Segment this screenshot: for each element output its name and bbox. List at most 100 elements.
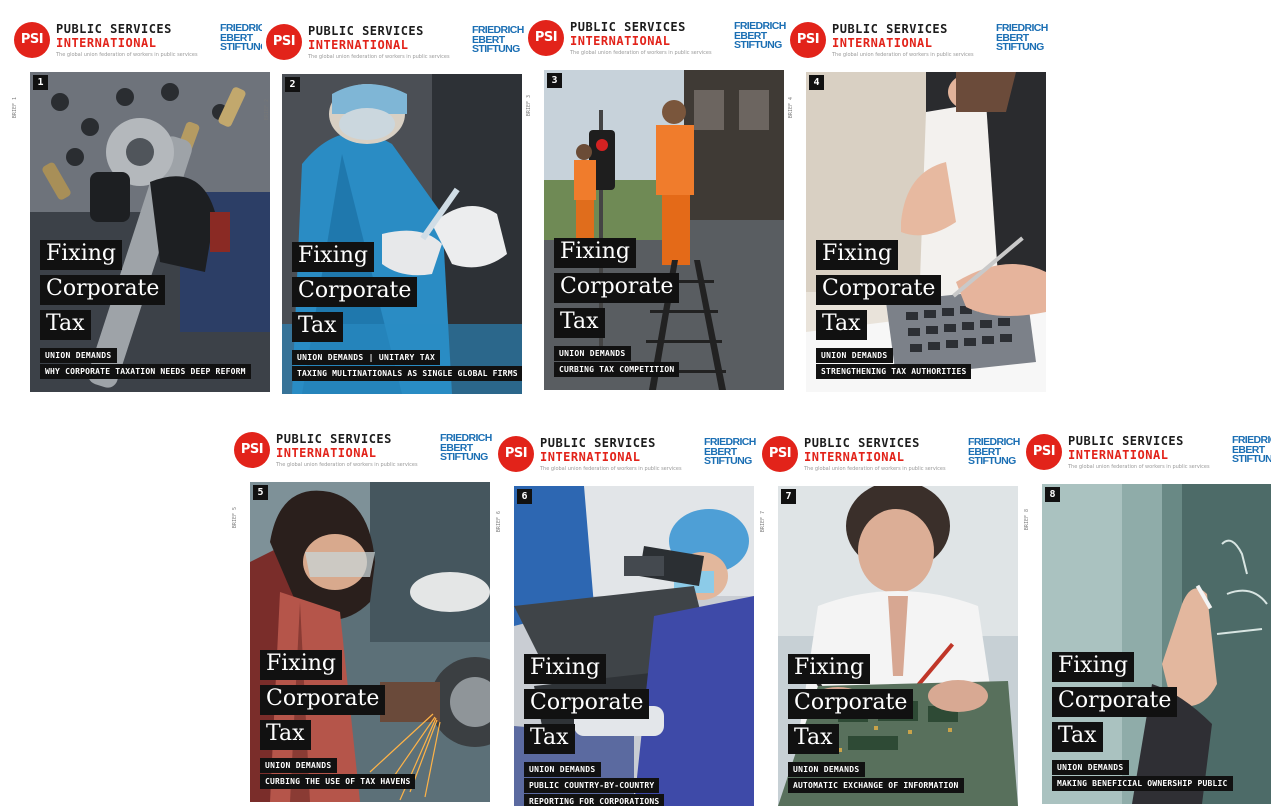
brief-subtitle: AUTOMATIC EXCHANGE OF INFORMATION <box>788 778 964 793</box>
title-line3: Tax <box>292 312 343 342</box>
cover-photo: 2 Fixing Corporate Tax UNION DEMANDS | U… <box>282 74 522 394</box>
brief-side-label: BRIEF 3 <box>526 95 532 117</box>
brief-subtitle: WHY CORPORATE TAXATION NEEDS DEEP REFORM <box>40 364 251 379</box>
publisher-name: PUBLIC SERVICES <box>832 22 948 36</box>
brief-subtitle: MAKING BENEFICIAL OWNERSHIP PUBLIC <box>1052 776 1233 791</box>
report-cover-3[interactable]: PSI PUBLIC SERVICES INTERNATIONAL The gl… <box>524 0 786 390</box>
cover-header: PSI PUBLIC SERVICES INTERNATIONAL The gl… <box>230 412 492 478</box>
brief-side-label: BRIEF 1 <box>12 97 18 119</box>
fes-logo: FRIEDRICH EBERT STIFTUNG <box>704 437 756 467</box>
brief-side-label: BRIEF 2 <box>264 99 270 121</box>
cover-photo: 8 Fixing Corporate Tax UNION DEMANDS MAK… <box>1042 484 1271 804</box>
fes-logo-line3: STIFTUNG <box>1232 453 1271 465</box>
publisher-tagline: The global union federation of workers i… <box>570 50 712 56</box>
publisher-name: PUBLIC SERVICES <box>1068 434 1184 448</box>
psi-logo: PSI <box>234 432 270 468</box>
cover-title: Fixing Corporate Tax <box>1052 652 1178 757</box>
publisher-tagline: The global union federation of workers i… <box>832 52 974 58</box>
brief-side-label: BRIEF 7 <box>760 511 766 533</box>
cover-header: PSI PUBLIC SERVICES INTERNATIONAL The gl… <box>10 2 272 68</box>
union-demands-label: UNION DEMANDS | UNITARY TAX <box>292 350 441 365</box>
cover-title: Fixing Corporate Tax <box>524 654 650 759</box>
publisher-name-line2: INTERNATIONAL <box>56 36 157 50</box>
publisher-tagline: The global union federation of workers i… <box>540 466 682 472</box>
cover-photo: 3 Fixing Corporate Tax UNION DEMANDS CUR… <box>544 70 784 390</box>
fes-logo: FRIEDRICH EBERT STIFTUNG <box>996 23 1048 53</box>
fes-logo-line3: STIFTUNG <box>968 455 1016 467</box>
fes-logo: FRIEDRICH EBERT STIFTUNG <box>1232 435 1271 465</box>
cover-photo: 4 Fixing Corporate Tax UNION DEMANDS STR… <box>806 72 1046 392</box>
report-cover-6[interactable]: PSI PUBLIC SERVICES INTERNATIONAL The gl… <box>494 416 756 806</box>
title-line3: Tax <box>554 308 605 338</box>
fes-logo-line3: STIFTUNG <box>704 455 752 467</box>
union-demands-label: UNION DEMANDS <box>554 346 631 361</box>
report-cover-5[interactable]: PSI PUBLIC SERVICES INTERNATIONAL The gl… <box>230 412 492 802</box>
title-line3: Tax <box>1052 722 1103 752</box>
brief-number: 2 <box>285 77 300 92</box>
brief-side-label: BRIEF 6 <box>496 511 502 533</box>
publisher-tagline: The global union federation of workers i… <box>56 52 198 58</box>
brief-subtitle: PUBLIC COUNTRY-BY-COUNTRY <box>524 778 660 793</box>
publisher-name-line2: INTERNATIONAL <box>308 38 409 52</box>
publisher-tagline: The global union federation of workers i… <box>276 462 418 468</box>
cover-title: Fixing Corporate Tax <box>40 240 166 345</box>
title-line2: Corporate <box>1052 687 1178 717</box>
report-cover-1[interactable]: PSI PUBLIC SERVICES INTERNATIONAL The gl… <box>10 2 272 392</box>
publisher-name: PUBLIC SERVICES <box>56 22 172 36</box>
cover-header: PSI PUBLIC SERVICES INTERNATIONAL The gl… <box>786 2 1048 68</box>
publisher-name: PUBLIC SERVICES <box>308 24 424 38</box>
cover-title: Fixing Corporate Tax <box>816 240 942 345</box>
brief-subtitle: CURBING THE USE OF TAX HAVENS <box>260 774 416 789</box>
cover-photo: 7 Fixing Corporate Tax UNION DEMANDS AUT… <box>778 486 1018 806</box>
publisher-name: PUBLIC SERVICES <box>276 432 392 446</box>
brief-number: 6 <box>517 489 532 504</box>
union-demands-label: UNION DEMANDS <box>524 762 601 777</box>
publisher-name: PUBLIC SERVICES <box>540 436 656 450</box>
union-demands-label: UNION DEMANDS <box>260 758 337 773</box>
brief-subtitle: STRENGTHENING TAX AUTHORITIES <box>816 364 972 379</box>
union-demands-label: UNION DEMANDS <box>1052 760 1129 775</box>
cover-header: PSI PUBLIC SERVICES INTERNATIONAL The gl… <box>1022 414 1271 480</box>
title-line3: Tax <box>260 720 311 750</box>
fes-logo-line3: STIFTUNG <box>440 451 488 463</box>
brief-side-label: BRIEF 8 <box>1024 509 1030 531</box>
fes-logo-line3: STIFTUNG <box>472 43 520 55</box>
cover-header: PSI PUBLIC SERVICES INTERNATIONAL The gl… <box>262 4 524 70</box>
title-line1: Fixing <box>554 238 636 268</box>
brief-side-label: BRIEF 4 <box>788 97 794 119</box>
cover-header: PSI PUBLIC SERVICES INTERNATIONAL The gl… <box>524 0 786 66</box>
brief-number: 3 <box>547 73 562 88</box>
title-line1: Fixing <box>1052 652 1134 682</box>
union-demands-label: UNION DEMANDS <box>40 348 117 363</box>
brief-subtitle-line2: REPORTING FOR CORPORATIONS <box>524 794 665 806</box>
title-line3: Tax <box>40 310 91 340</box>
publisher-name-line2: INTERNATIONAL <box>832 36 933 50</box>
cover-title: Fixing Corporate Tax <box>292 242 418 347</box>
report-cover-7[interactable]: PSI PUBLIC SERVICES INTERNATIONAL The gl… <box>758 416 1020 806</box>
cover-title: Fixing Corporate Tax <box>260 650 386 755</box>
psi-logo: PSI <box>790 22 826 58</box>
fes-logo: FRIEDRICH EBERT STIFTUNG <box>440 433 492 463</box>
psi-logo: PSI <box>762 436 798 472</box>
report-cover-4[interactable]: PSI PUBLIC SERVICES INTERNATIONAL The gl… <box>786 2 1048 392</box>
title-line2: Corporate <box>788 689 914 719</box>
title-line2: Corporate <box>816 275 942 305</box>
cover-photo: 5 Fixing Corporate Tax UNION DEMANDS CUR… <box>250 482 490 802</box>
cover-header: PSI PUBLIC SERVICES INTERNATIONAL The gl… <box>758 416 1020 482</box>
title-line2: Corporate <box>524 689 650 719</box>
cover-header: PSI PUBLIC SERVICES INTERNATIONAL The gl… <box>494 416 756 482</box>
report-cover-2[interactable]: PSI PUBLIC SERVICES INTERNATIONAL The gl… <box>262 4 524 394</box>
title-line2: Corporate <box>292 277 418 307</box>
psi-logo: PSI <box>1026 434 1062 470</box>
brief-number: 5 <box>253 485 268 500</box>
publisher-name: PUBLIC SERVICES <box>570 20 686 34</box>
cover-photo: 6 Fixing Corporate Tax UNION DEMANDS PUB… <box>514 486 754 806</box>
fes-logo: FRIEDRICH EBERT STIFTUNG <box>472 25 524 55</box>
publisher-name-line2: INTERNATIONAL <box>804 450 905 464</box>
publisher-name-line2: INTERNATIONAL <box>276 446 377 460</box>
cover-photo: 1 Fixing Corporate Tax UNION DEMANDS WHY… <box>30 72 270 392</box>
report-cover-8[interactable]: PSI PUBLIC SERVICES INTERNATIONAL The gl… <box>1022 414 1271 804</box>
title-line3: Tax <box>524 724 575 754</box>
psi-logo: PSI <box>498 436 534 472</box>
title-line1: Fixing <box>788 654 870 684</box>
